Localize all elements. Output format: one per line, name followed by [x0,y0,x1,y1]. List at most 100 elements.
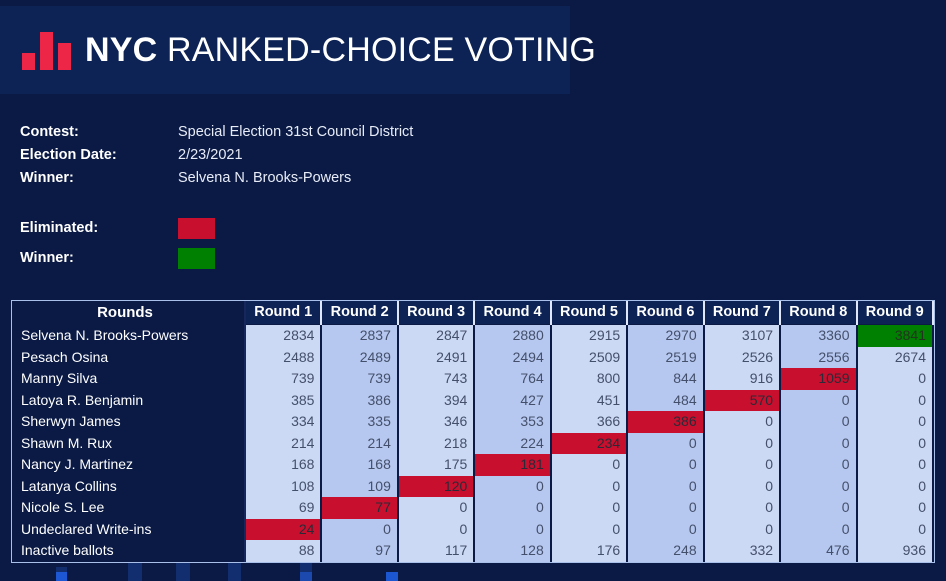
round-header-3: Round 3 [396,301,476,325]
table-row: Sherwyn James 334 335 346 353 366 386 0 0 0 [12,411,934,433]
table-row: Latanya Collins 108 109 120 0 0 0 0 0 0 [12,475,934,497]
vote-cell: 0 [702,518,782,540]
round-header-6: Round 6 [626,301,705,325]
vote-cell-winner: 3841 [855,324,934,347]
table-row: Nicole S. Lee 69 77 0 0 0 0 0 0 0 [12,497,934,519]
vote-cell: 3107 [702,324,782,347]
vote-cell: 386 [320,389,399,411]
meta-row-winner: Winner: Selvena N. Brooks-Powers [20,166,413,189]
legend-eliminated-label: Eliminated: [20,220,99,236]
vote-cell-eliminated: 120 [396,475,476,497]
vote-cell: 451 [549,389,629,411]
vote-cell: 108 [243,475,323,497]
vote-cell: 0 [779,497,858,519]
election-date-label: Election Date: [20,146,117,163]
vote-cell: 335 [320,411,399,433]
rounds-corner-header: Rounds [12,301,246,325]
table-head: Rounds Round 1 Round 2 Round 3 Round 4 Round… [12,301,934,325]
vote-cell: 2519 [626,346,705,368]
vote-cell-eliminated: 77 [320,497,399,519]
vote-cell: 484 [626,389,705,411]
vote-cell: 353 [473,411,552,433]
candidate-name-cell: Sherwyn James [12,411,246,433]
ranked-choice-results-table: Rounds Round 1 Round 2 Round 3 Round 4 Round… [12,301,934,562]
vote-cell: 2556 [779,346,858,368]
vote-cell: 0 [855,389,934,411]
vote-cell: 109 [320,475,399,497]
table-body: Selvena N. Brooks-Powers 2834 2837 2847 2880… [12,324,934,562]
vote-cell: 2494 [473,346,552,368]
meta-row-election-date: Election Date: 2/23/2021 [20,143,413,166]
table-row: Nancy J. Martinez 168 168 175 181 0 0 0 0 0 [12,454,934,476]
candidate-name-cell: Inactive ballots [12,540,246,562]
vote-cell: 2970 [626,324,705,347]
table-row: Pesach Osina 2488 2489 2491 2494 2509 2519 2526… [12,346,934,368]
vote-cell: 0 [779,454,858,476]
candidate-name-cell: Undeclared Write-ins [12,518,246,540]
round-header-1: Round 1 [243,301,323,325]
vote-cell: 3360 [779,324,858,347]
vote-cell: 0 [702,497,782,519]
vote-cell: 0 [779,475,858,497]
vote-cell: 0 [626,432,705,454]
vote-cell: 2491 [396,346,476,368]
vote-cell: 2489 [320,346,399,368]
legend-eliminated-swatch [178,217,215,239]
candidate-name-cell: Selvena N. Brooks-Powers [12,324,246,347]
vote-cell: 69 [243,497,323,519]
vote-cell: 218 [396,432,476,454]
vote-cell: 0 [626,518,705,540]
vote-cell: 0 [626,475,705,497]
vote-cell: 97 [320,540,399,562]
table-header-row: Rounds Round 1 Round 2 Round 3 Round 4 Round… [12,301,934,325]
vote-cell: 936 [855,540,934,562]
app-header: NYC RANKED-CHOICE VOTING [0,6,596,94]
vote-cell: 0 [779,518,858,540]
brand-nyc: NYC [85,30,158,69]
candidate-name-cell: Latanya Collins [12,475,246,497]
vote-cell: 0 [779,389,858,411]
vote-cell-eliminated: 234 [549,432,629,454]
vote-cell: 346 [396,411,476,433]
vote-cell: 743 [396,368,476,390]
vote-cell: 0 [626,497,705,519]
vote-cell: 128 [473,540,552,562]
vote-cell: 0 [702,454,782,476]
round-header-7: Round 7 [702,301,782,325]
candidate-name-cell: Manny Silva [12,368,246,390]
vote-cell: 2847 [396,324,476,347]
vote-cell: 0 [702,475,782,497]
vote-cell: 0 [855,454,934,476]
vote-cell: 2488 [243,346,323,368]
vote-cell-eliminated: 570 [702,389,782,411]
candidate-name-cell: Nicole S. Lee [12,497,246,519]
vote-cell: 0 [779,411,858,433]
round-header-9: Round 9 [855,301,934,325]
vote-cell: 916 [702,368,782,390]
legend-row-eliminated: Eliminated: [20,213,413,243]
vote-cell: 248 [626,540,705,562]
election-date-value: 2/23/2021 [178,146,243,163]
vote-cell: 0 [855,411,934,433]
vote-cell: 224 [473,432,552,454]
legend-winner-swatch [178,247,215,269]
vote-cell: 2509 [549,346,629,368]
round-header-5: Round 5 [549,301,629,325]
meta-spacer [20,189,413,213]
table-row: Latoya R. Benjamin 385 386 394 427 451 484 570 0… [12,389,934,411]
vote-cell: 168 [243,454,323,476]
page-title: NYC RANKED-CHOICE VOTING [85,31,596,70]
vote-cell: 844 [626,368,705,390]
vote-cell: 2526 [702,346,782,368]
contest-label: Contest: [20,123,79,140]
contest-metadata: Contest: Special Election 31st Council D… [20,120,413,273]
vote-cell: 739 [320,368,399,390]
vote-cell: 476 [779,540,858,562]
vote-cell: 214 [243,432,323,454]
vote-cell: 117 [396,540,476,562]
vote-cell: 764 [473,368,552,390]
nyc-bar-chart-logo-icon [22,30,71,70]
meta-row-contest: Contest: Special Election 31st Council D… [20,120,413,143]
vote-cell: 385 [243,389,323,411]
vote-cell: 2915 [549,324,629,347]
